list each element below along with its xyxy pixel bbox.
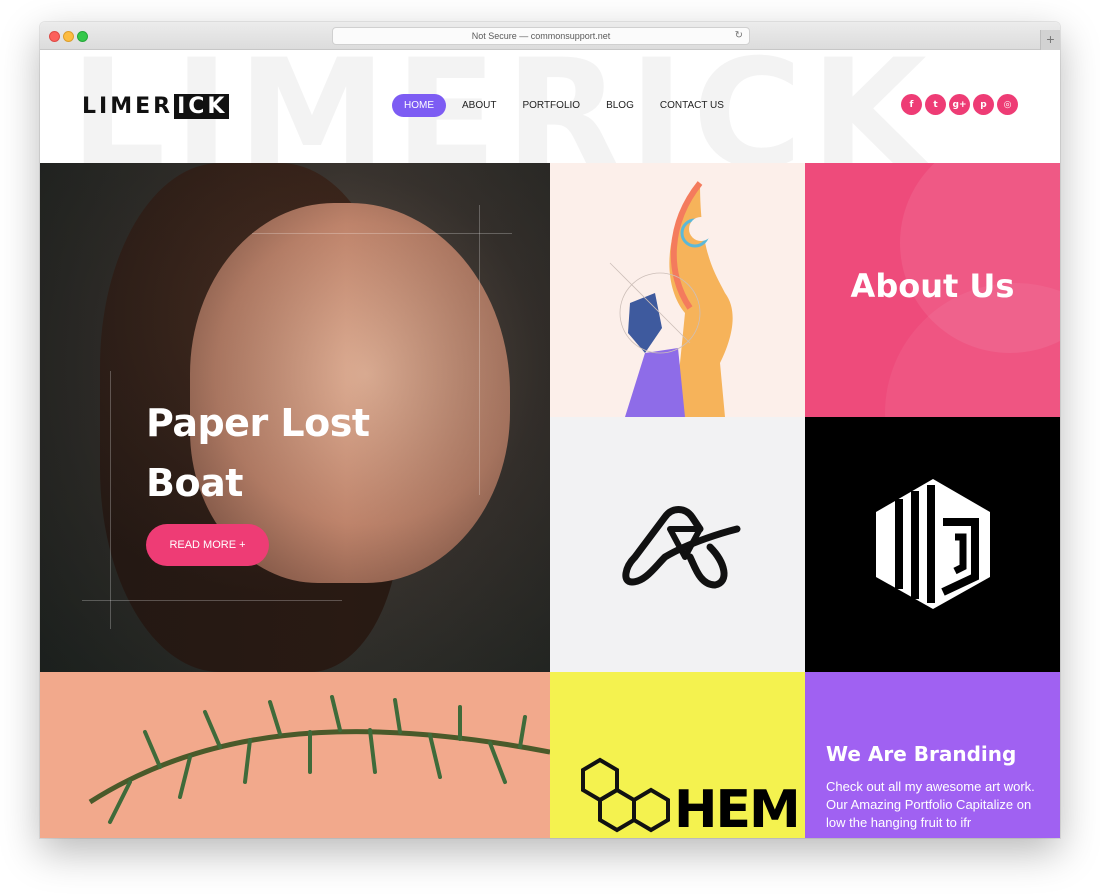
hero-title: Paper Lost Boat	[146, 393, 426, 513]
close-window-button[interactable]	[49, 31, 60, 42]
minimize-window-button[interactable]	[63, 31, 74, 42]
browser-toolbar: Not Secure — commonsupport.net ↻ +	[40, 22, 1060, 50]
nav-home[interactable]: HOME	[392, 94, 446, 117]
nav-contact-us[interactable]: CONTACT US	[660, 94, 724, 117]
browser-window: Not Secure — commonsupport.net ↻ + LIMER…	[40, 22, 1060, 838]
branding-tile[interactable]: We Are Branding Check out all my awesome…	[805, 672, 1060, 838]
main-nav: HOME ABOUT PORTFOLIO BLOG CONTACT US	[392, 94, 750, 117]
pinterest-icon[interactable]: p	[973, 94, 994, 115]
site-header: LIMERICK LIMER ICK HOME ABOUT PORTFOLIO B…	[40, 50, 1060, 163]
address-text: Not Secure — commonsupport.net	[471, 31, 611, 41]
website: LIMERICK LIMER ICK HOME ABOUT PORTFOLIO B…	[40, 50, 1060, 838]
decor-line	[110, 371, 111, 629]
twitter-icon[interactable]: t	[925, 94, 946, 115]
google-plus-icon[interactable]: g+	[949, 94, 970, 115]
hero-title-line2: Boat	[146, 461, 243, 505]
social-links: f t g+ p ◎	[898, 94, 1018, 115]
about-title: About Us	[850, 267, 1015, 305]
logo-text-plain: LIMER	[82, 93, 174, 119]
site-logo[interactable]: LIMER ICK	[82, 92, 230, 120]
decor-line	[252, 233, 512, 234]
maximize-window-button[interactable]	[77, 31, 88, 42]
reload-icon[interactable]: ↻	[735, 28, 743, 44]
logo-text-boxed: ICK	[174, 93, 230, 119]
illustration-tile[interactable]	[550, 163, 805, 417]
decor-line	[82, 600, 342, 601]
nav-blog[interactable]: BLOG	[606, 94, 634, 117]
mountain-logo-icon	[622, 506, 741, 589]
logo-tile-hexagon[interactable]	[805, 417, 1060, 672]
nav-portfolio[interactable]: PORTFOLIO	[522, 94, 580, 117]
hero-title-line1: Paper Lost	[146, 401, 370, 445]
chem-logo-tile[interactable]: HEM	[550, 672, 805, 838]
branding-description: Check out all my awesome art work. Our A…	[826, 779, 1035, 830]
decor-line	[479, 205, 480, 495]
portfolio-grid: Paper Lost Boat READ MORE + About Us HEM…	[40, 163, 1060, 838]
nav-about[interactable]: ABOUT	[462, 94, 496, 117]
fern-photo	[88, 695, 550, 824]
fern-photo-tile[interactable]	[40, 672, 550, 838]
read-more-button[interactable]: READ MORE +	[146, 524, 269, 566]
new-tab-button[interactable]: +	[1040, 30, 1060, 50]
hexagon-logo-icon	[876, 479, 990, 609]
chem-wordmark: HEM	[674, 780, 801, 838]
branding-title: We Are Branding	[826, 742, 1017, 766]
about-tile[interactable]: About Us	[805, 163, 1060, 417]
address-bar[interactable]: Not Secure — commonsupport.net ↻	[332, 27, 750, 45]
dribbble-icon[interactable]: ◎	[997, 94, 1018, 115]
illustration-art	[609, 181, 733, 417]
hero-tile[interactable]: Paper Lost Boat READ MORE +	[40, 163, 550, 672]
facebook-icon[interactable]: f	[901, 94, 922, 115]
logo-tile-mountain[interactable]	[550, 417, 805, 672]
